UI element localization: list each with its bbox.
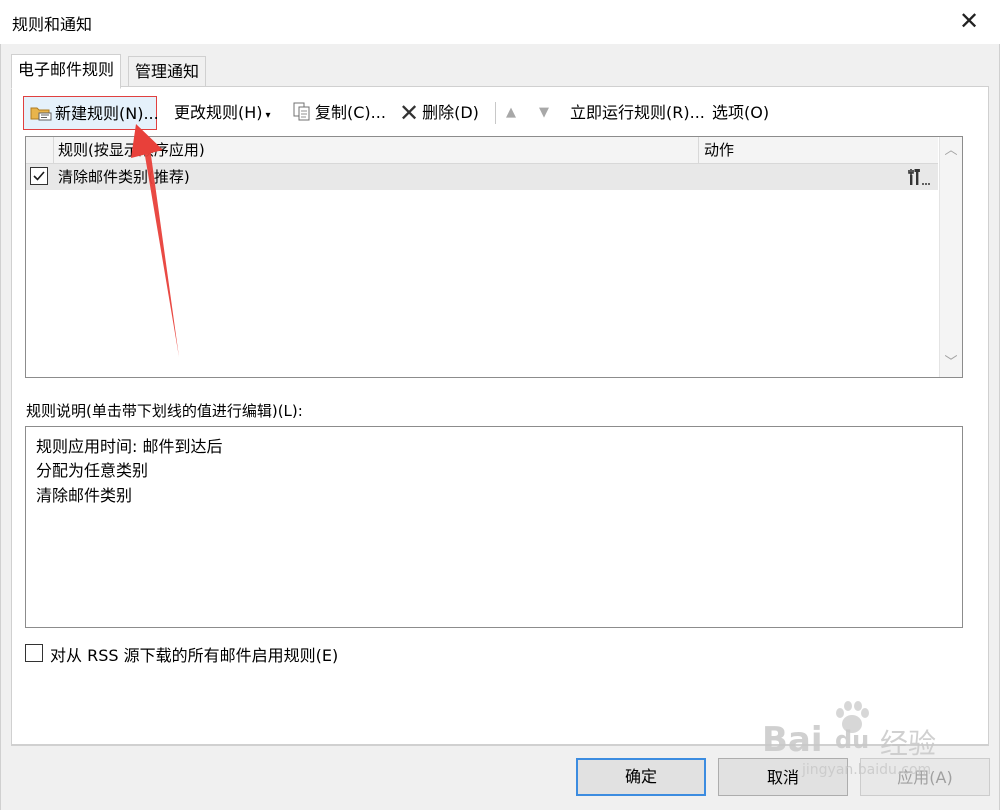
ok-button[interactable]: 确定: [576, 758, 706, 796]
tab-manage-alerts-label: 管理通知: [135, 62, 200, 81]
copy-rule-label: 复制(C)...: [315, 103, 386, 122]
apply-button[interactable]: 应用(A): [860, 758, 990, 796]
rule-description-box[interactable]: 规则应用时间: 邮件到达后 分配为任意类别 清除邮件类别: [25, 426, 963, 628]
delete-x-icon: ✕: [399, 99, 420, 127]
rules-list-scrollbar[interactable]: ︿ ﹀: [939, 137, 962, 377]
rule-name: 清除邮件类别(推荐): [58, 168, 190, 186]
rules-toolbar: 新建规则(N)... 更改规则(H) ▾ 复制(C)... ✕ 删除(D) ▲ ▼ …: [23, 96, 973, 130]
description-line: 清除邮件类别: [36, 486, 133, 505]
rules-list-header: 规则(按显示顺序应用) 动作: [26, 137, 938, 164]
rules-list[interactable]: 规则(按显示顺序应用) 动作 清除邮件类别(推荐) ︿ ﹀: [25, 136, 963, 378]
column-divider[interactable]: [698, 137, 699, 163]
delete-rule-button[interactable]: ✕ 删除(D): [399, 96, 479, 130]
scroll-down-icon[interactable]: ﹀: [943, 355, 959, 371]
column-header-rule[interactable]: 规则(按显示顺序应用): [58, 137, 205, 163]
settings-tools-icon[interactable]: [908, 168, 930, 186]
footer-divider: [11, 744, 989, 745]
toolbar-separator: [495, 102, 496, 124]
rule-row[interactable]: 清除邮件类别(推荐): [26, 164, 938, 190]
description-line: 规则应用时间: 邮件到达后: [36, 437, 223, 456]
window-title: 规则和通知: [12, 15, 93, 34]
move-up-icon[interactable]: ▲: [506, 96, 516, 130]
new-rule-label: 新建规则(N)...: [55, 104, 159, 123]
rss-rules-label: 对从 RSS 源下载的所有邮件启用规则(E): [50, 646, 339, 665]
check-icon: [33, 171, 45, 181]
options-button[interactable]: 选项(O): [712, 96, 769, 130]
delete-rule-label: 删除(D): [422, 103, 479, 122]
tab-manage-alerts[interactable]: 管理通知: [128, 56, 207, 88]
rule-description-label: 规则说明(单击带下划线的值进行编辑)(L):: [26, 402, 303, 420]
title-bar: 规则和通知 ✕: [0, 0, 1000, 44]
scroll-up-icon[interactable]: ︿: [943, 143, 959, 159]
run-rules-now-label: 立即运行规则(R)...: [570, 103, 705, 122]
change-rule-button[interactable]: 更改规则(H) ▾: [174, 96, 271, 130]
tab-email-rules-label: 电子邮件规则: [18, 60, 115, 79]
cancel-button[interactable]: 取消: [718, 758, 848, 796]
chevron-down-icon: ▾: [265, 110, 271, 121]
new-rule-button[interactable]: 新建规则(N)...: [23, 96, 159, 130]
close-icon[interactable]: ✕: [956, 8, 982, 34]
tab-email-rules[interactable]: 电子邮件规则: [11, 54, 122, 89]
checkbox-column-header: [26, 137, 54, 163]
description-line: 分配为任意类别: [36, 461, 149, 480]
run-rules-now-button[interactable]: 立即运行规则(R)...: [570, 96, 705, 130]
column-header-action[interactable]: 动作: [704, 137, 734, 163]
new-rule-icon: [30, 107, 52, 121]
copy-rule-button[interactable]: 复制(C)...: [293, 96, 386, 130]
change-rule-label: 更改规则(H): [174, 103, 263, 122]
rss-rules-checkbox[interactable]: [25, 644, 43, 662]
window-border-left: [0, 0, 1, 810]
move-down-icon[interactable]: ▼: [539, 96, 549, 130]
options-label: 选项(O): [712, 103, 770, 122]
rule-enabled-checkbox[interactable]: [30, 167, 48, 185]
copy-icon: [293, 102, 310, 121]
